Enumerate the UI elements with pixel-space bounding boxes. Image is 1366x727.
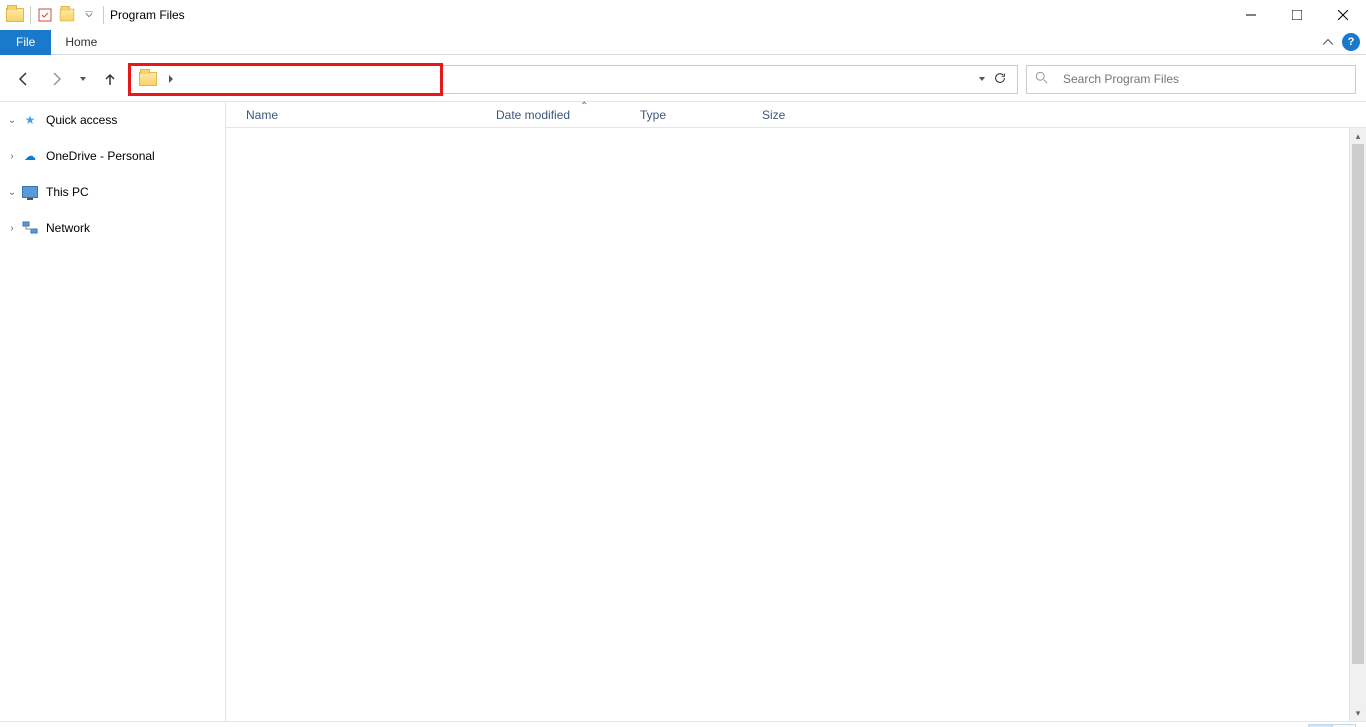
cloud-icon: ☁	[22, 148, 38, 164]
chevron-right-icon[interactable]: ›	[6, 223, 18, 234]
nav-this-pc[interactable]: ⌄ This PC	[0, 180, 225, 204]
nav-onedrive[interactable]: › ☁ OneDrive - Personal	[0, 144, 225, 168]
address-folder-icon	[139, 72, 157, 86]
back-button[interactable]	[12, 67, 36, 91]
breadcrumb-root-arrow[interactable]	[161, 74, 181, 84]
ribbon-toggle-icon[interactable]	[1318, 32, 1338, 52]
help-icon[interactable]: ?	[1342, 33, 1360, 51]
column-header-date[interactable]: Date modified	[496, 108, 640, 122]
file-tab[interactable]: File	[0, 30, 51, 55]
close-button[interactable]	[1320, 0, 1366, 30]
qat-properties-icon[interactable]	[37, 7, 53, 23]
navigation-pane: ⌄ ★ Quick access › ☁ OneDrive - Personal…	[0, 102, 226, 721]
scroll-down-icon[interactable]: ▾	[1350, 705, 1366, 721]
star-icon: ★	[22, 112, 38, 128]
chevron-right-icon[interactable]: ›	[6, 151, 18, 162]
up-button[interactable]	[98, 67, 122, 91]
nav-quick-access[interactable]: ⌄ ★ Quick access	[0, 108, 225, 132]
status-bar: 30 items 1 item selected	[0, 721, 1366, 727]
nav-network[interactable]: › Network	[0, 216, 225, 240]
minimize-button[interactable]	[1228, 0, 1274, 30]
title-bar: Program Files	[0, 0, 1366, 30]
address-history-icon[interactable]	[979, 77, 985, 81]
app-icon	[6, 8, 24, 22]
nav-label: OneDrive - Personal	[46, 149, 155, 163]
chevron-down-icon[interactable]: ⌄	[6, 115, 18, 126]
refresh-icon[interactable]	[993, 71, 1007, 88]
scrollbar[interactable]: ▴ ▾	[1349, 128, 1366, 721]
column-headers: ⌃ Name Date modified Type Size	[226, 102, 1366, 128]
ribbon-tabs: File Home ?	[0, 30, 1366, 55]
monitor-icon	[22, 184, 38, 200]
recent-locations-button[interactable]	[76, 67, 90, 91]
menu-item-home[interactable]: Home	[51, 30, 111, 55]
sort-indicator-icon: ⌃	[580, 101, 588, 112]
search-input[interactable]	[1061, 71, 1347, 87]
search-icon	[1035, 71, 1049, 88]
nav-label: Network	[46, 221, 90, 235]
window-title: Program Files	[110, 8, 185, 22]
column-header-size[interactable]: Size	[762, 108, 842, 122]
address-bar[interactable]	[130, 65, 1018, 94]
chevron-down-icon[interactable]: ⌄	[6, 187, 18, 198]
navigation-bar	[0, 61, 1366, 97]
qat-customize-icon[interactable]	[81, 7, 97, 23]
file-list: ⌃ Name Date modified Type Size ▴ ▾	[226, 102, 1366, 721]
qat-new-folder-icon[interactable]	[59, 7, 75, 23]
forward-button[interactable]	[44, 67, 68, 91]
nav-label: Quick access	[46, 113, 117, 127]
scroll-up-icon[interactable]: ▴	[1350, 128, 1366, 144]
column-header-name[interactable]: Name	[242, 108, 496, 122]
view-details-button[interactable]	[1308, 724, 1332, 727]
view-large-icons-button[interactable]	[1332, 724, 1356, 727]
scroll-thumb[interactable]	[1352, 144, 1364, 664]
column-header-type[interactable]: Type	[640, 108, 762, 122]
nav-label: This PC	[46, 185, 89, 199]
maximize-button[interactable]	[1274, 0, 1320, 30]
network-icon	[22, 220, 38, 236]
search-box[interactable]	[1026, 65, 1356, 94]
